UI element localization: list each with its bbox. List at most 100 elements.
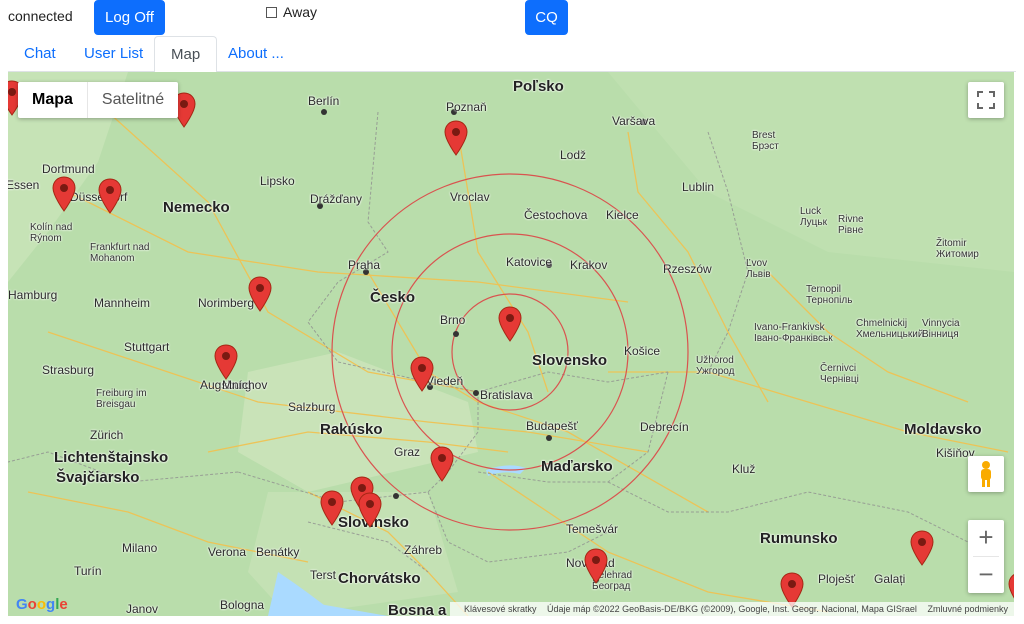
zoom-in-button[interactable]: + (968, 520, 1004, 556)
city-label: Salzburg (288, 400, 336, 414)
city-label: Kielce (606, 208, 639, 222)
map-marker-icon[interactable] (430, 446, 454, 482)
city-label: Ternopil Тернопіль (806, 284, 853, 306)
city-label: Stuttgart (124, 340, 170, 354)
city-label: Lipsko (260, 174, 295, 188)
city-label: Vroclav (450, 190, 490, 204)
city-label: Milano (122, 541, 158, 555)
country-label: Poľsko (513, 78, 564, 95)
city-label: Rzeszów (663, 262, 712, 276)
city-label: Ploješť (818, 572, 856, 586)
map-marker-icon[interactable] (444, 120, 468, 156)
map-marker-icon[interactable] (910, 530, 934, 566)
map-marker-icon[interactable] (52, 176, 76, 212)
city-label: Praha (348, 258, 381, 272)
city-label: Galați (874, 572, 906, 586)
keyboard-shortcuts-link[interactable]: Klávesové skratky (464, 604, 537, 614)
away-checkbox[interactable]: Away (266, 4, 317, 20)
city-label: Mníchov (222, 378, 268, 392)
map-type-map-button[interactable]: Mapa (18, 82, 88, 118)
checkbox-icon[interactable] (266, 7, 277, 18)
city-label: Dortmund (42, 162, 95, 176)
tab-bar: Chat User List Map About ... (8, 36, 1016, 73)
city-label: Temešvár (566, 522, 619, 536)
city-label: Kolín nad Rýnom (30, 222, 73, 244)
tab-chat[interactable]: Chat (8, 36, 72, 72)
city-label: Verona (208, 545, 247, 559)
city-label: Zürich (90, 428, 124, 442)
fullscreen-icon (977, 91, 995, 109)
tab-map[interactable]: Map (154, 36, 218, 73)
connection-status: connected (8, 8, 73, 24)
city-label: Žitomir Житомир (936, 238, 979, 260)
street-view-pegman-button[interactable] (968, 456, 1004, 492)
log-off-button[interactable]: Log Off (94, 0, 165, 35)
top-bar: connected Log Off Away CQ (0, 0, 1024, 36)
cq-button[interactable]: CQ (525, 0, 568, 35)
city-label: Berlín (308, 94, 340, 108)
map-marker-icon[interactable] (410, 356, 434, 392)
city-label: Frankfurt nad Mohanom (90, 242, 150, 264)
map-data-attribution: Údaje máp ©2022 GeoBasis-DE/BKG (©2009),… (546, 604, 917, 614)
city-label: Varšava (612, 114, 656, 128)
map-type-control: Mapa Satelitné (18, 82, 179, 118)
country-label: Chorvátsko (338, 570, 421, 587)
city-label: Katovice (506, 255, 553, 269)
fullscreen-button[interactable] (968, 82, 1004, 118)
google-logo: Google (16, 596, 68, 613)
city-label: Košice (624, 344, 661, 358)
terms-link[interactable]: Zmluvné podmienky (927, 604, 1008, 614)
city-label: Janov (126, 602, 159, 616)
city-label: Čestochova (524, 208, 588, 222)
city-label: Benátky (256, 545, 300, 559)
country-label: Česko (370, 289, 416, 306)
map-marker-icon[interactable] (214, 344, 238, 380)
map-marker-icon[interactable] (498, 306, 522, 342)
tab-user-list[interactable]: User List (68, 36, 159, 72)
city-label: Graz (394, 445, 421, 459)
map-marker-icon[interactable] (584, 548, 608, 584)
city-label: Norimberg (198, 296, 255, 310)
city-label: Terst (310, 568, 337, 582)
zoom-control: + − (968, 520, 1004, 593)
city-label: Ľvov Львів (746, 258, 771, 280)
city-label: Mannheim (94, 296, 151, 310)
city-label: Lodž (560, 148, 587, 162)
map-marker-icon[interactable] (98, 178, 122, 214)
city-label: Černivci Чернівці (820, 363, 859, 385)
city-label: Budapešť (526, 419, 578, 433)
country-label: Maďarsko (541, 458, 613, 475)
country-label: Švajčiarsko (56, 469, 140, 486)
city-label: Hamburg (8, 288, 58, 302)
city-label: Kluž (732, 462, 756, 476)
country-label: Moldavsko (904, 421, 982, 438)
city-label: Užhorod Ужгород (696, 355, 735, 377)
city-label: Poznaň (446, 100, 487, 114)
city-label: Záhreb (404, 543, 443, 557)
country-label: Lichtenštajnsko (54, 449, 169, 466)
city-label: Lublin (682, 180, 715, 194)
map-marker-icon[interactable] (320, 490, 344, 526)
map-type-satellite-button[interactable]: Satelitné (88, 82, 178, 118)
city-label: Essen (8, 178, 40, 192)
country-label: Bosna a (388, 602, 447, 616)
city-label: Bologna (220, 598, 265, 612)
city-label: Brest Брэст (752, 130, 779, 152)
zoom-out-button[interactable]: − (968, 557, 1004, 593)
city-label: Krakov (570, 258, 608, 272)
map-marker-icon[interactable] (358, 492, 382, 528)
away-label: Away (283, 4, 317, 20)
city-label: Bratislava (480, 388, 533, 402)
tab-about[interactable]: About ... (212, 36, 300, 72)
city-label: Rivne Рівне (838, 214, 864, 236)
city-label: Brno (440, 313, 466, 327)
map-view[interactable]: Poľsko Nemecko Česko Slovensko Rakúsko Maďars… (8, 72, 1014, 616)
city-label: Freiburg im Breisgau (96, 388, 147, 410)
map-marker-icon[interactable] (248, 276, 272, 312)
country-label: Rakúsko (320, 421, 383, 438)
map-attribution: Klávesové skratky Údaje máp ©2022 GeoBas… (449, 602, 1014, 616)
country-label: Nemecko (163, 199, 230, 216)
pegman-icon (981, 461, 991, 487)
city-label: Luck Луцьк (800, 206, 827, 228)
city-label: Strasburg (42, 363, 95, 377)
